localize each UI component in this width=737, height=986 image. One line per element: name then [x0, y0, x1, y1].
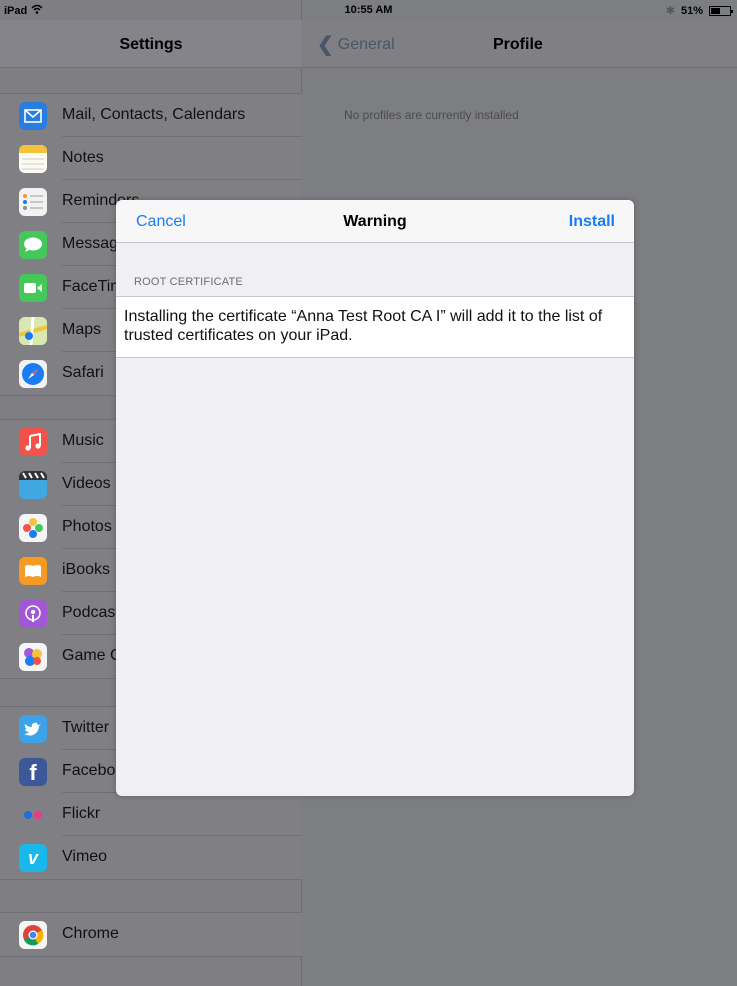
- bluetooth-icon: ✱: [665, 5, 675, 17]
- photos-icon: [19, 514, 47, 542]
- sidebar-item-label: iBooks: [62, 561, 111, 578]
- sidebar-item-label: Flickr: [62, 805, 101, 822]
- maps-icon: [19, 317, 47, 345]
- battery-icon: [709, 5, 733, 16]
- podcasts-icon: [19, 600, 47, 628]
- install-button[interactable]: Install: [569, 213, 615, 231]
- status-time: 10:55 AM: [344, 4, 393, 16]
- chevron-left-icon: ❮: [317, 34, 334, 56]
- profile-header: ❮ General Profile: [303, 20, 737, 68]
- warning-modal: Cancel Warning Install ROOT CERTIFICATE …: [116, 200, 634, 796]
- twitter-icon: [19, 715, 47, 743]
- sidebar-item-flickr[interactable]: Flickr: [0, 793, 302, 836]
- sidebar-item-label: Vimeo: [62, 848, 108, 865]
- ibooks-icon: [19, 557, 47, 585]
- vimeo-icon: v: [19, 844, 47, 872]
- settings-group-third-party: Chrome: [0, 912, 302, 957]
- flickr-icon: [19, 801, 47, 829]
- certificate-warning-text: Installing the certificate “Anna Test Ro…: [124, 308, 603, 344]
- page-title: Profile: [493, 36, 543, 53]
- back-button[interactable]: ❮ General: [317, 34, 395, 56]
- sidebar-item-mail[interactable]: Mail, Contacts, Calendars: [0, 94, 302, 137]
- sidebar-item-label: Videos: [62, 475, 111, 492]
- sidebar-item-label: Music: [62, 432, 104, 449]
- sidebar-item-vimeo[interactable]: v Vimeo: [0, 836, 302, 879]
- game-center-icon: [19, 643, 47, 671]
- certificate-warning-cell: Installing the certificate “Anna Test Ro…: [116, 296, 634, 358]
- battery-percentage: 51%: [680, 4, 703, 17]
- sidebar-item-label: Notes: [62, 149, 104, 166]
- notes-icon: [19, 145, 47, 173]
- settings-header: Settings: [0, 20, 302, 68]
- videos-icon: [19, 471, 47, 499]
- sidebar-item-label: Mail, Contacts, Calendars: [62, 106, 246, 123]
- messages-icon: [19, 231, 47, 259]
- reminders-icon: [19, 188, 47, 216]
- chrome-icon: [19, 921, 47, 949]
- sidebar-item-notes[interactable]: Notes: [0, 137, 302, 180]
- sidebar-item-label: Twitter: [62, 719, 110, 736]
- empty-profiles-message: No profiles are currently installed: [344, 108, 519, 122]
- sidebar-item-label: Chrome: [62, 925, 119, 942]
- sidebar-item-chrome[interactable]: Chrome: [0, 913, 302, 956]
- modal-title: Warning: [343, 213, 407, 230]
- back-button-label: General: [337, 36, 395, 53]
- sidebar-item-label: Safari: [62, 364, 104, 381]
- modal-header: Cancel Warning Install: [116, 200, 634, 243]
- section-header: ROOT CERTIFICATE: [134, 276, 243, 288]
- battery-fill: [711, 7, 720, 14]
- facebook-icon: f: [19, 758, 47, 786]
- settings-title: Settings: [119, 36, 183, 53]
- sidebar-item-label: Photos: [62, 518, 112, 535]
- facetime-icon: [19, 274, 47, 302]
- status-bar: iPad 10:55 AM ✱ 51%: [0, 0, 737, 20]
- safari-icon: [19, 360, 47, 388]
- mail-icon: [19, 102, 47, 130]
- music-icon: [19, 428, 47, 456]
- sidebar-item-label: Maps: [62, 321, 102, 338]
